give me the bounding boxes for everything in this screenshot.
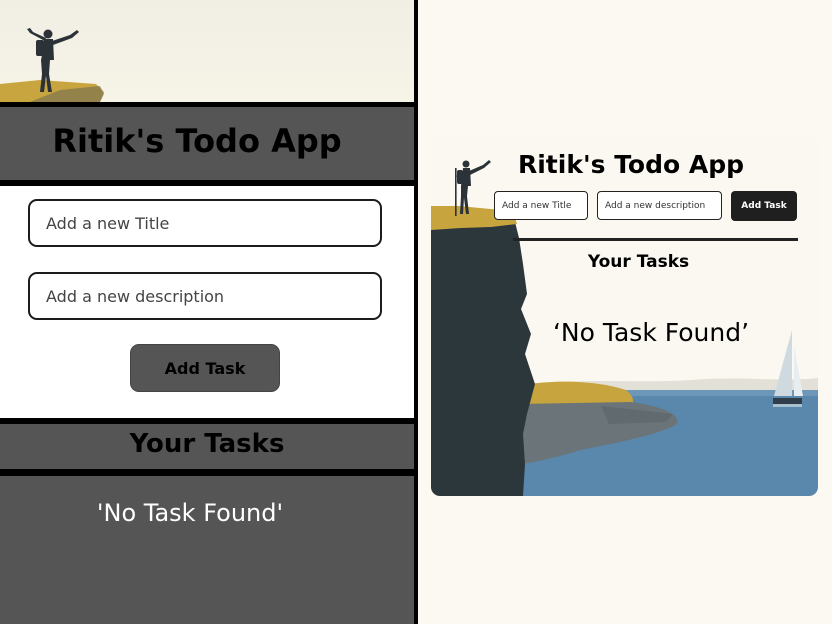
- sailboat-icon: [773, 330, 803, 407]
- desktop-view: Ritik's Todo App Add Task Your Tasks ‘No…: [418, 0, 832, 624]
- empty-state-message: 'No Task Found': [96, 499, 284, 527]
- divider: [513, 238, 798, 241]
- empty-state-message: ‘No Task Found’: [552, 318, 750, 347]
- hero-illustration: [0, 0, 414, 102]
- title-input[interactable]: [494, 191, 588, 220]
- tasks-heading: Your Tasks: [587, 252, 690, 272]
- tasks-heading: Your Tasks: [129, 429, 285, 459]
- screenshot-root: Ritik's Todo App Add Task Your Tasks 'No…: [0, 0, 832, 624]
- add-task-button[interactable]: Add Task: [731, 191, 797, 221]
- app-title: Ritik's Todo App: [52, 122, 342, 160]
- description-input[interactable]: [28, 272, 382, 320]
- app-title: Ritik's Todo App: [517, 150, 745, 179]
- add-task-button[interactable]: Add Task: [130, 344, 280, 392]
- landscape-illustration: [431, 160, 818, 496]
- mobile-view: Ritik's Todo App Add Task Your Tasks 'No…: [0, 0, 414, 624]
- app-card: Ritik's Todo App Add Task Your Tasks ‘No…: [431, 134, 818, 496]
- title-input[interactable]: [28, 199, 382, 247]
- description-input[interactable]: [597, 191, 722, 220]
